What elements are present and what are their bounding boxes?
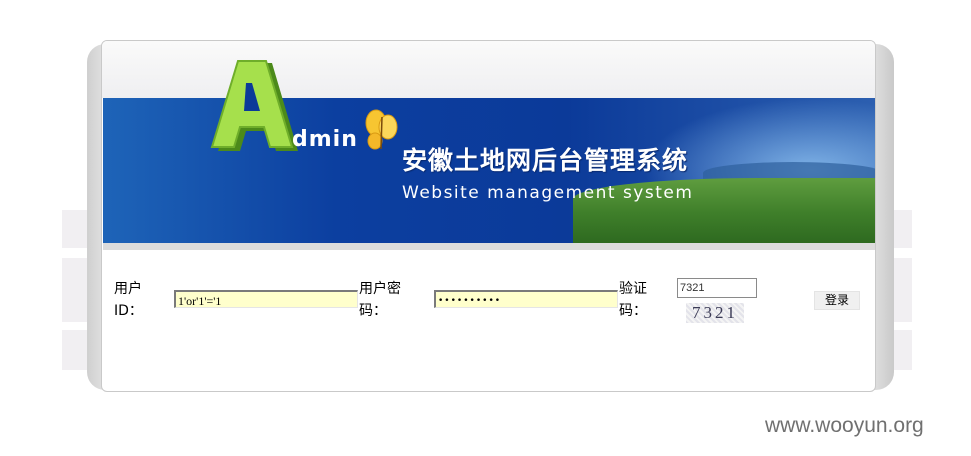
user-id-label: 用户ID： — [114, 281, 143, 319]
captcha-image[interactable]: 7321 — [686, 303, 744, 323]
butterfly-icon — [365, 109, 398, 150]
captcha-input[interactable]: 7321 — [677, 278, 757, 298]
login-panel: dmin 安徽土地网后台管理系统 Website management syst… — [101, 40, 876, 392]
user-id-input[interactable]: 1'or'1'='1 — [174, 290, 358, 308]
system-title: 安徽土地网后台管理系统 — [402, 146, 689, 175]
system-subtitle: Website management system — [402, 183, 694, 203]
captcha-label: 验证码： — [619, 281, 647, 319]
login-button[interactable]: 登录 — [814, 291, 860, 310]
password-label: 用户密码： — [359, 281, 401, 319]
admin-logo-text: dmin — [292, 127, 358, 152]
watermark-text: www.wooyun.org — [765, 414, 924, 437]
admin-logo-a-icon — [210, 60, 298, 151]
password-input[interactable]: •••••••••• — [434, 290, 618, 308]
banner-divider — [103, 243, 875, 250]
